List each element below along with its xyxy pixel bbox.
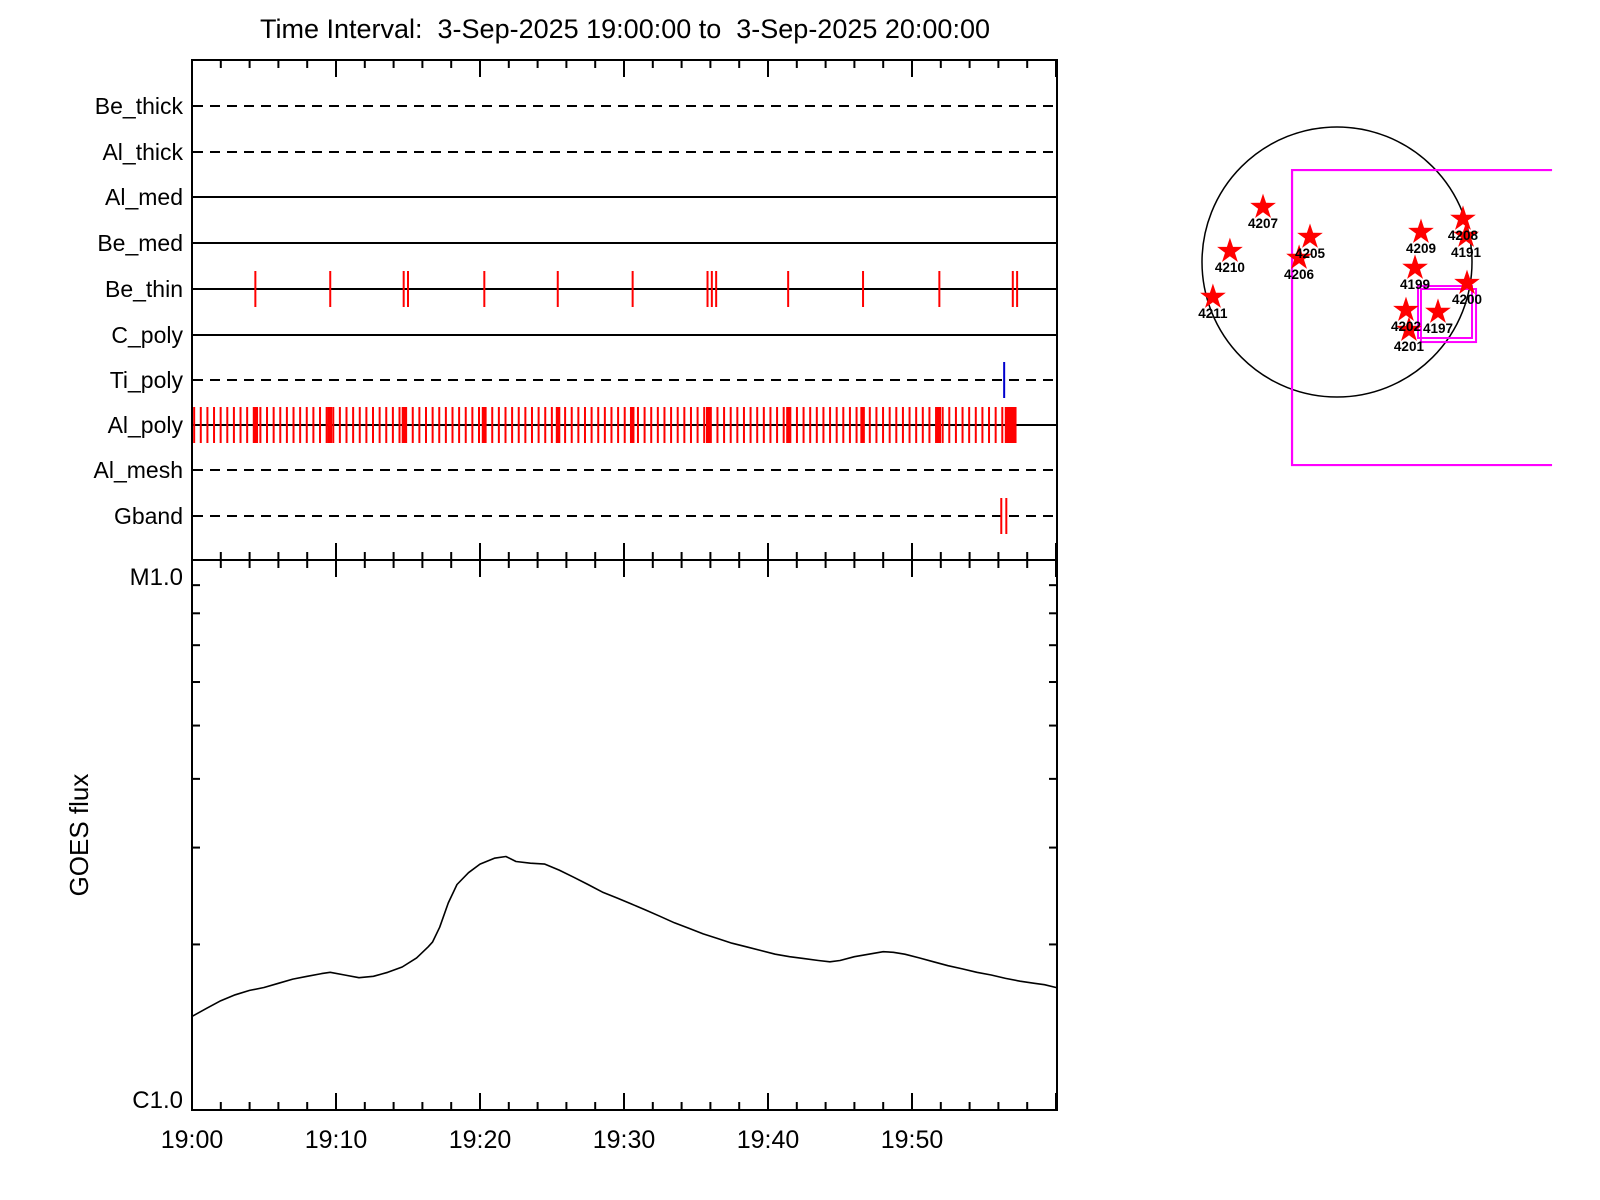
active-region-star-4210	[1217, 237, 1243, 262]
goes-ylabel: GOES flux	[64, 774, 94, 897]
filter-label-C_poly: C_poly	[111, 322, 183, 348]
filter-label-Al_poly: Al_poly	[108, 412, 184, 438]
x-tick-label-19:40: 19:40	[737, 1126, 800, 1154]
fov-box-large	[1290, 168, 1553, 467]
active-region-star-4209	[1408, 218, 1434, 243]
filter-label-Be_thin: Be_thin	[105, 276, 183, 302]
active-region-label-4200: 4200	[1452, 292, 1482, 307]
active-region-star-4197	[1425, 298, 1451, 323]
x-tick-label-19:30: 19:30	[593, 1126, 656, 1154]
goes-panel-frame	[191, 559, 1058, 1111]
active-region-label-4202: 4202	[1391, 319, 1421, 334]
xrt-timeline-page: Time Interval: 3-Sep-2025 19:00:00 to 3-…	[0, 0, 1600, 1200]
active-region-star-4205	[1297, 223, 1323, 248]
active-region-label-4207: 4207	[1248, 216, 1278, 231]
active-region-label-4205: 4205	[1295, 246, 1326, 261]
x-tick-label-19:00: 19:00	[161, 1126, 224, 1154]
x-tick-label-19:10: 19:10	[305, 1126, 368, 1154]
goes-y-top-label: M1.0	[130, 564, 183, 591]
active-region-label-4197: 4197	[1423, 321, 1453, 336]
active-region-star-4202	[1393, 296, 1419, 321]
active-region-label-4210: 4210	[1215, 260, 1245, 275]
goes-y-bottom-label: C1.0	[132, 1087, 183, 1114]
filter-label-Ti_poly: Ti_poly	[110, 367, 184, 393]
filter-label-Gband: Gband	[114, 503, 183, 529]
x-tick-label-19:50: 19:50	[881, 1126, 944, 1154]
active-region-label-4211: 4211	[1198, 306, 1228, 321]
active-region-star-4207	[1250, 193, 1276, 218]
active-region-label-4209: 4209	[1406, 241, 1436, 256]
active-region-label-4206: 4206	[1284, 267, 1315, 282]
x-tick-label-19:20: 19:20	[449, 1126, 512, 1154]
active-region-label-4201: 4201	[1394, 339, 1425, 354]
timeline-panel-frame	[191, 59, 1058, 561]
filter-label-Al_thick: Al_thick	[102, 139, 183, 165]
active-region-star-4208	[1450, 205, 1476, 230]
filter-label-Be_med: Be_med	[97, 230, 183, 256]
active-region-label-4191: 4191	[1451, 245, 1482, 260]
filter-label-Be_thick: Be_thick	[95, 93, 184, 119]
goes-flux-curve	[191, 855, 1057, 1018]
filter-label-Al_med: Al_med	[105, 184, 183, 210]
active-region-star-4199	[1402, 254, 1428, 279]
active-region-label-4199: 4199	[1400, 277, 1430, 292]
chart-title: Time Interval: 3-Sep-2025 19:00:00 to 3-…	[260, 14, 990, 44]
timeline-goes-sun-chart: Be_thick Al_thick Al_med Be_med Be_thin C_pol…	[64, 59, 1553, 1154]
filter-label-Al_mesh: Al_mesh	[94, 457, 183, 483]
active-region-label-4208: 4208	[1448, 228, 1479, 243]
